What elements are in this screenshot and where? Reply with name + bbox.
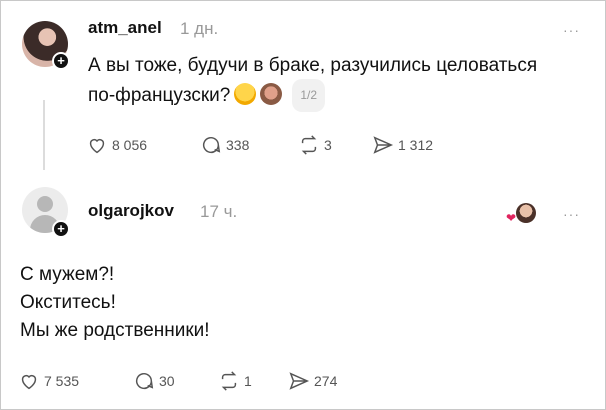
send-icon xyxy=(373,136,394,154)
post-2-comment-button[interactable]: 30 xyxy=(133,370,175,392)
post-2-text-line-3: Мы же родственники! xyxy=(20,320,210,341)
comment-icon xyxy=(136,372,154,390)
post-2-text-line-1: С мужем?! xyxy=(20,264,115,285)
repost-icon xyxy=(301,135,317,155)
post-2-share-button[interactable]: 274 xyxy=(288,370,337,392)
thread-connector-line xyxy=(43,100,45,170)
post-2-comment-count: 30 xyxy=(159,373,175,389)
post-2-more-icon[interactable]: ··· xyxy=(563,206,580,222)
post-1-time: 1 дн. xyxy=(180,19,219,38)
send-icon xyxy=(289,372,310,390)
post-2-like-count: 7 535 xyxy=(44,373,80,389)
placeholder-head-icon xyxy=(37,196,53,212)
heart-icon: ❤ xyxy=(506,211,517,225)
comment-icon xyxy=(203,136,221,154)
post-1-comment-button[interactable]: 338 xyxy=(200,134,249,156)
post-2-share-count: 274 xyxy=(314,373,338,389)
post-2-like-button[interactable]: 7 535 xyxy=(18,370,79,392)
post-1-text-line-2-row: по-французски? 1/2 xyxy=(88,79,326,112)
laughing-emoji-icon xyxy=(234,83,257,105)
heart-icon xyxy=(89,139,105,154)
author-avatar-icon xyxy=(516,203,536,223)
follow-plus-icon[interactable]: + xyxy=(52,220,70,238)
page-indicator[interactable]: 1/2 xyxy=(292,79,326,112)
post-1-like-count: 8 056 xyxy=(112,137,148,153)
post-1-username[interactable]: atm_anel xyxy=(88,18,162,38)
post-2-repost-button[interactable]: 1 xyxy=(218,370,252,392)
see-no-evil-monkey-icon xyxy=(260,83,283,105)
post-1-repost-count: 3 xyxy=(324,137,332,153)
author-liked-badge: ❤ xyxy=(506,203,536,225)
post-1-repost-button[interactable]: 3 xyxy=(298,134,332,156)
post-1-text-line-1: А вы тоже, будучи в браке, разучились це… xyxy=(88,55,538,76)
follow-plus-icon[interactable]: + xyxy=(52,52,70,70)
post-1-share-button[interactable]: 1 312 xyxy=(372,134,433,156)
repost-icon xyxy=(221,371,237,391)
heart-icon xyxy=(21,375,37,390)
post-1-more-icon[interactable]: ··· xyxy=(563,22,580,38)
post-1-text-line-2: по-французски? xyxy=(88,85,231,106)
post-1-comment-count: 338 xyxy=(226,137,250,153)
post-2-username[interactable]: olgarojkov xyxy=(88,201,174,221)
post-1-share-count: 1 312 xyxy=(398,137,434,153)
post-2-time: 17 ч. xyxy=(200,202,238,221)
post-1-like-button[interactable]: 8 056 xyxy=(86,134,147,156)
post-2-text-line-2: Окститесь! xyxy=(20,292,116,313)
post-2-repost-count: 1 xyxy=(244,373,252,389)
